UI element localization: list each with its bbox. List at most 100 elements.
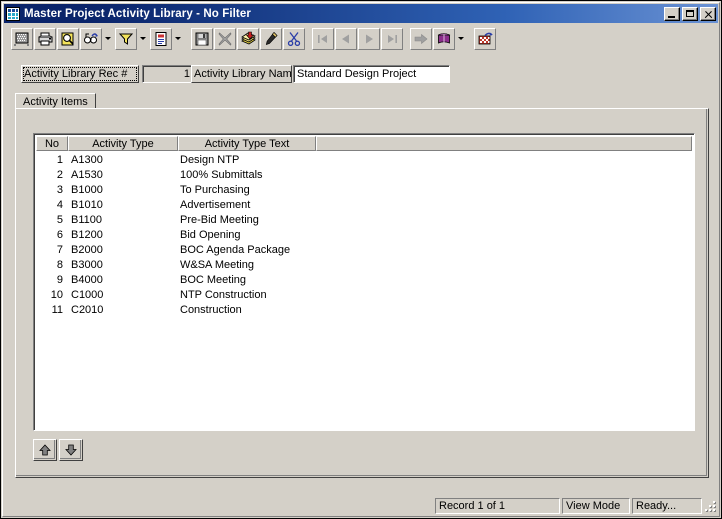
status-record: Record 1 of 1 [435,498,560,514]
table-row[interactable]: 7 B2000 BOC Agenda Package [36,242,692,257]
cell-no: 2 [56,168,63,181]
cell-activity-type-text: BOC Meeting [180,273,247,286]
cell-activity-type: B1200 [71,228,103,241]
first-record-icon[interactable] [312,27,334,50]
grid-table-icon [6,6,20,21]
help-dropdown-arrow[interactable] [455,27,467,50]
cell-no: 6 [56,228,63,241]
cell-no: 4 [56,198,63,211]
main-toolbar [4,25,718,52]
toolbar-separator-2 [305,28,311,50]
cell-no: 9 [56,273,63,286]
column-header-no[interactable]: No [36,136,68,151]
toolbar-separator-1 [184,28,190,50]
table-row[interactable]: 5 B1100 Pre-Bid Meeting [36,212,692,227]
cell-activity-type-text: 100% Submittals [180,168,263,181]
cell-activity-type-text: Construction [180,303,242,316]
add-record-icon[interactable] [237,27,259,50]
cell-no: 5 [56,213,63,226]
resize-grip[interactable] [704,500,717,513]
cell-activity-type: A1300 [71,153,103,166]
cell-activity-type: B1000 [71,183,103,196]
cell-activity-type: B1010 [71,198,103,211]
cell-activity-type-text: Pre-Bid Meeting [180,213,259,226]
filter-dropdown-arrow[interactable] [137,27,149,50]
cell-activity-type-text: Advertisement [180,198,251,211]
cell-activity-type-text: NTP Construction [180,288,267,301]
help-book-icon[interactable] [433,27,455,50]
goto-icon[interactable] [410,27,432,50]
minimize-button[interactable] [664,6,680,21]
library-name-field[interactable]: Standard Design Project [293,65,450,83]
cell-activity-type: B2000 [71,243,103,256]
move-row-down-button[interactable] [59,439,83,461]
exit-icon[interactable] [474,27,496,50]
last-record-icon[interactable] [381,27,403,50]
cut-icon[interactable] [283,27,305,50]
filter-icon[interactable] [115,27,137,50]
cell-no: 8 [56,258,63,271]
cell-activity-type: B3000 [71,258,103,271]
column-header-blank[interactable] [316,136,692,151]
cell-activity-type: C2010 [71,303,104,316]
table-row[interactable]: 2 A1530 100% Submittals [36,167,692,182]
status-state: Ready... [632,498,702,514]
tab-panel: No Activity Type Activity Type Text 1 A13… [15,108,709,478]
move-row-up-button[interactable] [33,439,57,461]
cell-no: 7 [56,243,63,256]
close-button[interactable] [700,6,716,21]
table-row[interactable]: 6 B1200 Bid Opening [36,227,692,242]
cell-no: 10 [50,288,63,301]
table-row[interactable]: 3 B1000 To Purchasing [36,182,692,197]
toolbar-pad [4,28,10,50]
cell-activity-type-text: To Purchasing [180,183,250,196]
cell-no: 11 [51,303,63,316]
cell-activity-type: A1530 [71,168,103,181]
toolbar-separator-3 [403,28,409,50]
select-all-icon[interactable] [11,27,33,50]
next-record-icon[interactable] [358,27,380,50]
table-row[interactable]: 10 C1000 NTP Construction [36,287,692,302]
cell-activity-type-text: BOC Agenda Package [180,243,291,256]
cell-activity-type-text: Bid Opening [180,228,241,241]
find-dropdown-arrow[interactable] [102,27,114,50]
report-dropdown-arrow[interactable] [172,27,184,50]
table-row[interactable]: 11 C2010 Construction [36,302,692,317]
print-preview-icon[interactable] [57,27,79,50]
table-row[interactable]: 9 B4000 BOC Meeting [36,272,692,287]
maximize-button[interactable] [682,6,698,21]
activity-items-grid[interactable]: No Activity Type Activity Type Text 1 A13… [33,133,695,431]
grid-body: 1 A1300 Design NTP 2 A1530 100% Submittals 3 B1… [36,152,692,428]
previous-record-icon[interactable] [335,27,357,50]
cell-activity-type: C1000 [71,288,104,301]
print-icon[interactable] [34,27,56,50]
delete-icon[interactable] [214,27,236,50]
header-field-row: Activity Library Rec # 1 Activity Librar… [1,56,722,88]
toolbar-separator-4 [467,28,473,50]
column-header-activity-type-text[interactable]: Activity Type Text [178,136,316,151]
tab-strip: Activity Items [15,93,701,110]
window-controls [662,6,716,21]
save-icon[interactable] [191,27,213,50]
table-row[interactable]: 4 B1010 Advertisement [36,197,692,212]
record-number-label[interactable]: Activity Library Rec # [21,65,139,83]
title-bar[interactable]: Master Project Activity Library - No Fil… [4,4,718,23]
cell-activity-type: B4000 [71,273,103,286]
grid-header-row: No Activity Type Activity Type Text [36,136,692,151]
application-window: Master Project Activity Library - No Fil… [0,0,722,519]
tab-label: Activity Items [23,96,88,108]
library-name-label[interactable]: Activity Library Name [191,65,292,83]
record-number-field[interactable]: 1 [142,65,194,83]
cell-activity-type: B1100 [71,213,102,226]
cell-activity-type-text: W&SA Meeting [180,258,254,271]
edit-icon[interactable] [260,27,282,50]
column-header-activity-type[interactable]: Activity Type [68,136,178,151]
status-bar: Record 1 of 1 View Mode Ready... [4,497,718,515]
cell-no: 1 [56,153,63,166]
status-mode: View Mode [562,498,630,514]
find-icon[interactable] [80,27,102,50]
window-title: Master Project Activity Library - No Fil… [24,7,251,20]
table-row[interactable]: 8 B3000 W&SA Meeting [36,257,692,272]
table-row[interactable]: 1 A1300 Design NTP [36,152,692,167]
report-icon[interactable] [150,27,172,50]
